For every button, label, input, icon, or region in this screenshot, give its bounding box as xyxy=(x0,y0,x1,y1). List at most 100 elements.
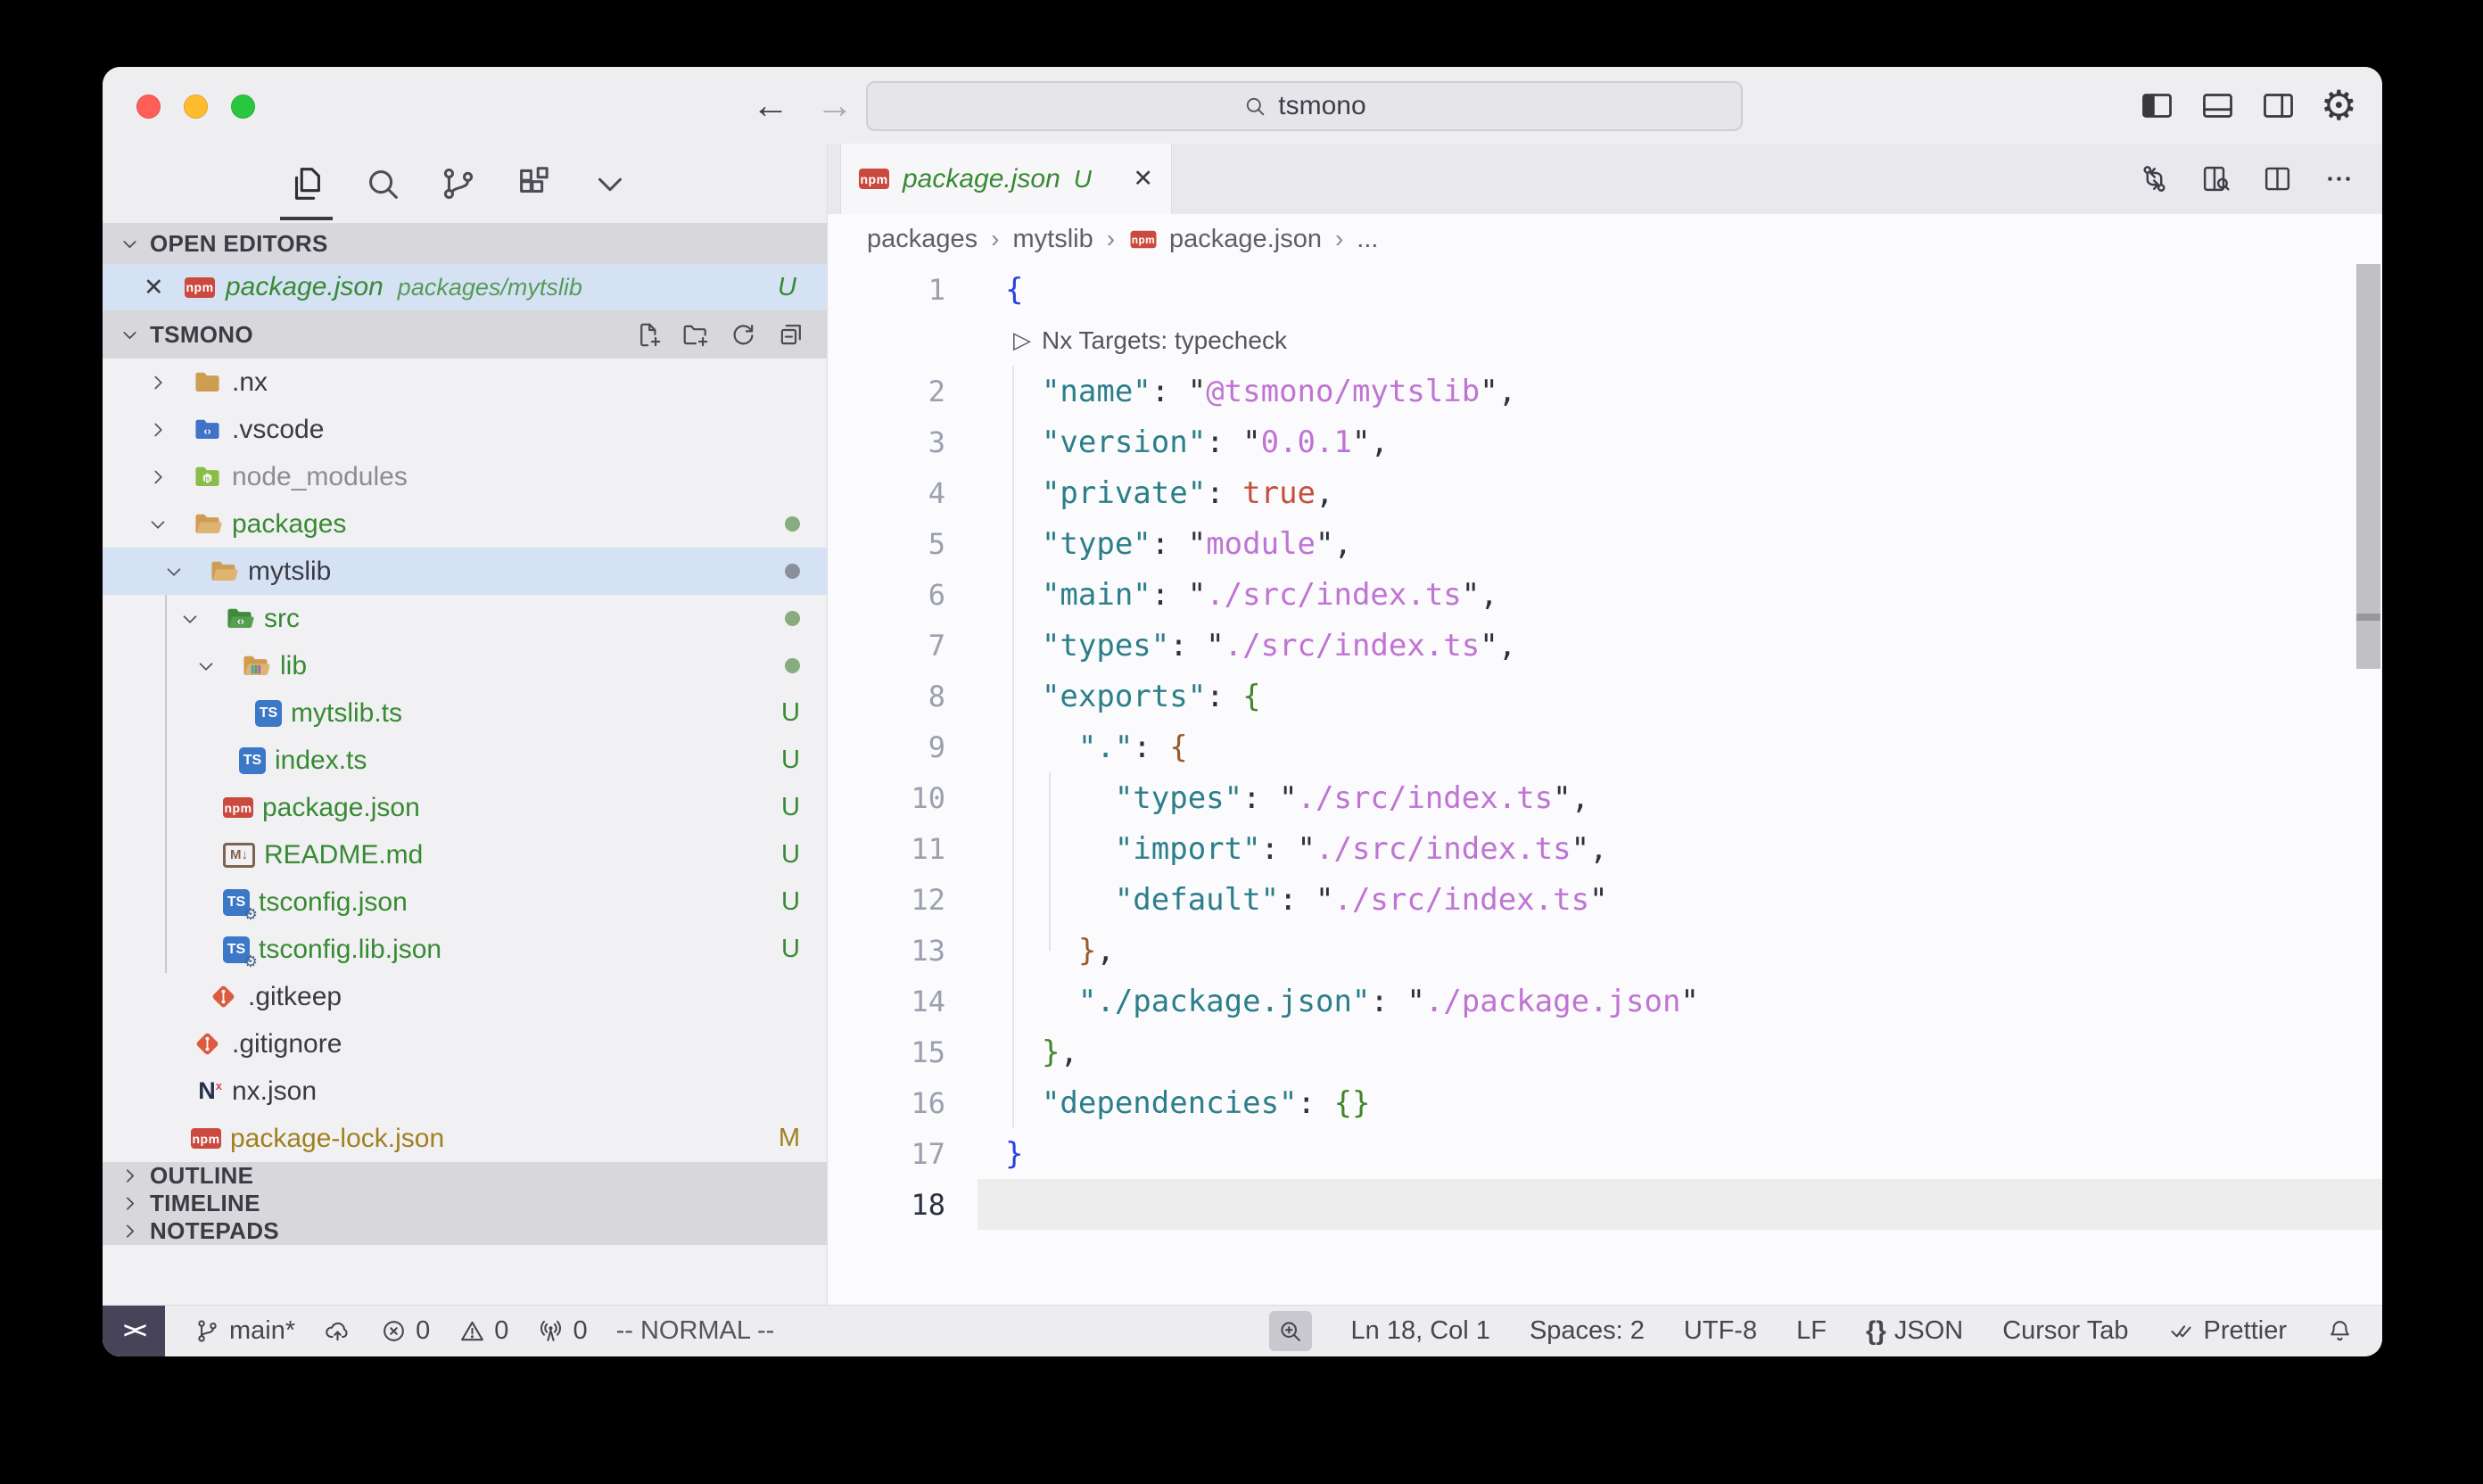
status-braces[interactable]: {}JSON xyxy=(1866,1316,1963,1346)
tree-item-nx.json[interactable]: Nxnx.json xyxy=(103,1068,827,1115)
code-line-4[interactable]: 4 "private": true, xyxy=(828,467,2382,518)
tree-item-tsconfig.lib.json[interactable]: TS⚙tsconfig.lib.jsonU xyxy=(103,926,827,973)
code-line-8[interactable]: 8 "exports": { xyxy=(828,671,2382,721)
toggle-panel-right-icon[interactable] xyxy=(2260,87,2297,124)
status-spaces-2[interactable]: Spaces: 2 xyxy=(1530,1316,1645,1346)
breadcrumb-item[interactable]: npmpackage.json xyxy=(1128,225,1322,254)
svg-text:‹›: ‹› xyxy=(236,615,243,627)
split-editor-icon[interactable] xyxy=(2261,162,2294,195)
status-warning[interactable]: 0 xyxy=(458,1316,508,1346)
compare-changes-icon[interactable] xyxy=(2138,162,2171,195)
tree-item-.vscode[interactable]: ‹›.vscode xyxy=(103,406,827,453)
activity-search[interactable] xyxy=(344,144,420,223)
close-window-button[interactable] xyxy=(136,95,161,119)
tree-item-index.ts[interactable]: TSindex.tsU xyxy=(103,737,827,784)
status-lf[interactable]: LF xyxy=(1796,1316,1827,1346)
tree-item-.nx[interactable]: .nx xyxy=(103,359,827,406)
open-editor-item[interactable]: ✕ npm package.json packages/mytslib U xyxy=(103,264,827,310)
status-bar: >< main*000-- NORMAL -- Ln 18, Col 1Spac… xyxy=(103,1305,2382,1356)
status-branch[interactable]: main* xyxy=(194,1316,295,1346)
status-zoom-plus[interactable] xyxy=(1269,1311,1312,1351)
tree-item-package-lock.json[interactable]: npmpackage-lock.jsonM xyxy=(103,1115,827,1162)
new-folder-icon[interactable] xyxy=(681,320,711,350)
code-line-3[interactable]: 3 "version": "0.0.1", xyxy=(828,416,2382,467)
open-editors-header[interactable]: OPEN EDITORS xyxy=(103,223,827,264)
code-line-14[interactable]: 14 "./package.json": "./package.json" xyxy=(828,976,2382,1026)
status-normal[interactable]: -- NORMAL -- xyxy=(616,1316,775,1346)
code-line-13[interactable]: 13 }, xyxy=(828,925,2382,976)
tree-item-packages[interactable]: packages xyxy=(103,500,827,548)
code-line-10[interactable]: 10 "types": "./src/index.ts", xyxy=(828,772,2382,823)
activity-explorer[interactable] xyxy=(268,144,344,223)
code-line-18[interactable]: 18 xyxy=(828,1179,2382,1230)
section-notepads[interactable]: NOTEPADS xyxy=(103,1217,827,1245)
breadcrumb-item[interactable]: packages xyxy=(867,225,978,254)
run-icon: ▷ xyxy=(1013,327,1031,354)
open-preview-icon[interactable] xyxy=(2199,162,2232,195)
tree-item-src[interactable]: ‹›src xyxy=(103,595,827,642)
activity-source-control[interactable] xyxy=(420,144,496,223)
code-line-6[interactable]: 6 "main": "./src/index.ts", xyxy=(828,569,2382,620)
code-line-16[interactable]: 16 "dependencies": {} xyxy=(828,1077,2382,1128)
back-button[interactable]: ← xyxy=(752,84,789,127)
new-file-icon[interactable] xyxy=(634,320,664,350)
toggle-panel-bottom-icon[interactable] xyxy=(2199,87,2236,124)
tree-item-README.md[interactable]: M↓README.mdU xyxy=(103,831,827,878)
status-bell[interactable] xyxy=(2326,1317,2354,1345)
code-editor[interactable]: 1{▷Nx Targets: typecheck2 "name": "@tsmo… xyxy=(828,264,2382,1305)
more-icon[interactable] xyxy=(2322,162,2355,195)
tree-item-.gitignore[interactable]: .gitignore xyxy=(103,1020,827,1068)
code-line-9[interactable]: 9 ".": { xyxy=(828,721,2382,772)
minimize-window-button[interactable] xyxy=(184,95,208,119)
tab-package-json[interactable]: npm package.json U ✕ xyxy=(840,144,1172,214)
status-cloud-upload[interactable] xyxy=(324,1317,351,1345)
close-editor-icon[interactable]: ✕ xyxy=(144,274,185,301)
code-line-12[interactable]: 12 "default": "./src/index.ts" xyxy=(828,874,2382,925)
breadcrumb-item[interactable]: mytslib xyxy=(1012,225,1093,254)
status-double-check[interactable]: Prettier xyxy=(2168,1316,2287,1346)
status-broadcast[interactable]: 0 xyxy=(537,1316,587,1346)
close-tab-icon[interactable]: ✕ xyxy=(1133,165,1153,193)
section-timeline[interactable]: TIMELINE xyxy=(103,1190,827,1217)
broadcast-icon xyxy=(537,1317,565,1345)
tree-item-.gitkeep[interactable]: .gitkeep xyxy=(103,973,827,1020)
refresh-icon[interactable] xyxy=(729,320,758,350)
code-line-7[interactable]: 7 "types": "./src/index.ts", xyxy=(828,620,2382,671)
chevron-right-icon xyxy=(119,1220,141,1242)
tree-item-tsconfig.json[interactable]: TS⚙tsconfig.jsonU xyxy=(103,878,827,926)
command-center-search[interactable]: tsmono xyxy=(866,81,1743,131)
tree-item-mytslib.ts[interactable]: TSmytslib.tsU xyxy=(103,689,827,737)
file-tree: .nx‹›.vscodejsnode_modulespackagesmytsli… xyxy=(103,359,827,1162)
code-line-1[interactable]: 1{ xyxy=(828,264,2382,315)
zoom-window-button[interactable] xyxy=(231,95,255,119)
npm-icon: npm xyxy=(223,797,253,818)
codelens-nx-targets[interactable]: ▷Nx Targets: typecheck xyxy=(828,315,2382,366)
status-cursor-tab[interactable]: Cursor Tab xyxy=(2002,1316,2128,1346)
code-line-11[interactable]: 11 "import": "./src/index.ts", xyxy=(828,823,2382,874)
code-line-15[interactable]: 15 }, xyxy=(828,1026,2382,1077)
tree-item-lib[interactable]: lib xyxy=(103,642,827,689)
remote-indicator[interactable]: >< xyxy=(103,1306,165,1356)
status-error[interactable]: 0 xyxy=(380,1316,430,1346)
forward-button[interactable]: → xyxy=(816,84,854,127)
code-line-2[interactable]: 2 "name": "@tsmono/mytslib", xyxy=(828,366,2382,416)
collapse-all-icon[interactable] xyxy=(776,320,805,350)
toggle-panel-left-icon[interactable] xyxy=(2139,87,2175,124)
tree-item-mytslib[interactable]: mytslib xyxy=(103,548,827,595)
tree-item-package.json[interactable]: npmpackage.jsonU xyxy=(103,784,827,831)
sidebar: OPEN EDITORS ✕ npm package.json packages… xyxy=(103,144,828,1305)
project-section-header[interactable]: TSMONO xyxy=(103,310,827,359)
settings-gear-icon[interactable]: ⚙ xyxy=(2321,85,2357,126)
tree-item-node_modules[interactable]: jsnode_modules xyxy=(103,453,827,500)
scrollbar-thumb[interactable] xyxy=(2356,264,2380,669)
tsconfig-icon: TS⚙ xyxy=(223,936,250,963)
activity-more-views[interactable] xyxy=(572,144,648,223)
section-outline[interactable]: OUTLINE xyxy=(103,1162,827,1190)
titlebar: ← → tsmono ⚙ xyxy=(103,67,2382,144)
activity-extensions[interactable] xyxy=(496,144,572,223)
code-line-5[interactable]: 5 "type": "module", xyxy=(828,518,2382,569)
status-utf-8[interactable]: UTF-8 xyxy=(1684,1316,1757,1346)
status-ln-18-col-1[interactable]: Ln 18, Col 1 xyxy=(1351,1316,1490,1346)
code-line-17[interactable]: 17} xyxy=(828,1128,2382,1179)
breadcrumb-item[interactable]: ... xyxy=(1357,225,1378,254)
